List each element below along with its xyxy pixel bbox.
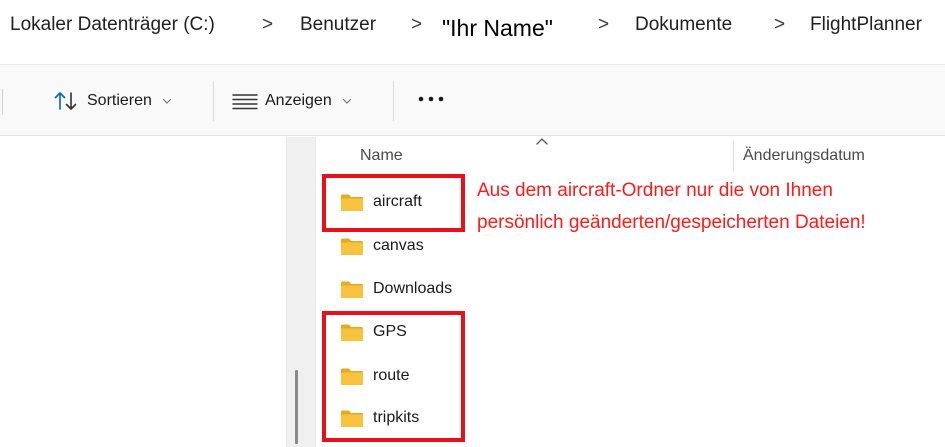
- navigation-scrollbar[interactable]: [286, 137, 316, 447]
- view-button[interactable]: Anzeigen: [232, 89, 353, 113]
- highlight-box-folders: [322, 311, 465, 442]
- breadcrumb-item-username[interactable]: "Ihr Name": [442, 15, 553, 42]
- annotation-line-1: Aus dem aircraft-Ordner nur die von Ihne…: [477, 180, 833, 201]
- navigation-pane: [0, 137, 287, 447]
- sort-label: Sortieren: [87, 92, 152, 109]
- sort-icon: [54, 92, 77, 110]
- breadcrumb-separator: >: [411, 14, 423, 35]
- view-label: Anzeigen: [265, 92, 332, 109]
- toolbar-divider: [393, 81, 394, 121]
- breadcrumb-item-users[interactable]: Benutzer: [300, 14, 376, 36]
- folder-icon: [341, 238, 363, 255]
- breadcrumb-separator: >: [774, 14, 786, 35]
- folder-row-downloads[interactable]: Downloads: [340, 274, 452, 304]
- folder-icon: [341, 281, 363, 298]
- column-divider[interactable]: [733, 141, 734, 171]
- folder-row-canvas[interactable]: canvas: [340, 231, 424, 261]
- folder-name: canvas: [373, 237, 424, 254]
- chevron-down-icon: [342, 98, 351, 104]
- view-list-icon: [232, 94, 258, 110]
- sort-ascending-icon: [536, 138, 548, 145]
- toolbar-divider: [213, 81, 214, 121]
- column-header-name[interactable]: Name: [360, 147, 403, 165]
- folder-name: Downloads: [373, 280, 453, 297]
- more-options-icon[interactable]: [417, 92, 447, 106]
- annotation-line-2: persönlich geänderten/gespeicherten Date…: [477, 212, 866, 233]
- breadcrumb-item-flightplanner[interactable]: FlightPlanner: [810, 14, 922, 36]
- highlight-box-aircraft: [322, 174, 465, 232]
- breadcrumb-separator: >: [598, 14, 610, 35]
- toolbar-edge: [0, 89, 3, 115]
- breadcrumb-separator: >: [262, 14, 274, 35]
- scrollbar-thumb[interactable]: [295, 370, 298, 444]
- breadcrumb: Lokaler Datenträger (C:) > Benutzer > "I…: [0, 0, 945, 58]
- column-header-modified[interactable]: Änderungsdatum: [743, 147, 865, 165]
- command-bar: Sortieren Anzeigen: [0, 64, 945, 136]
- chevron-down-icon: [162, 98, 172, 104]
- breadcrumb-item-documents[interactable]: Dokumente: [635, 14, 732, 36]
- breadcrumb-item-drive[interactable]: Lokaler Datenträger (C:): [10, 14, 215, 36]
- sort-button[interactable]: Sortieren: [54, 89, 173, 113]
